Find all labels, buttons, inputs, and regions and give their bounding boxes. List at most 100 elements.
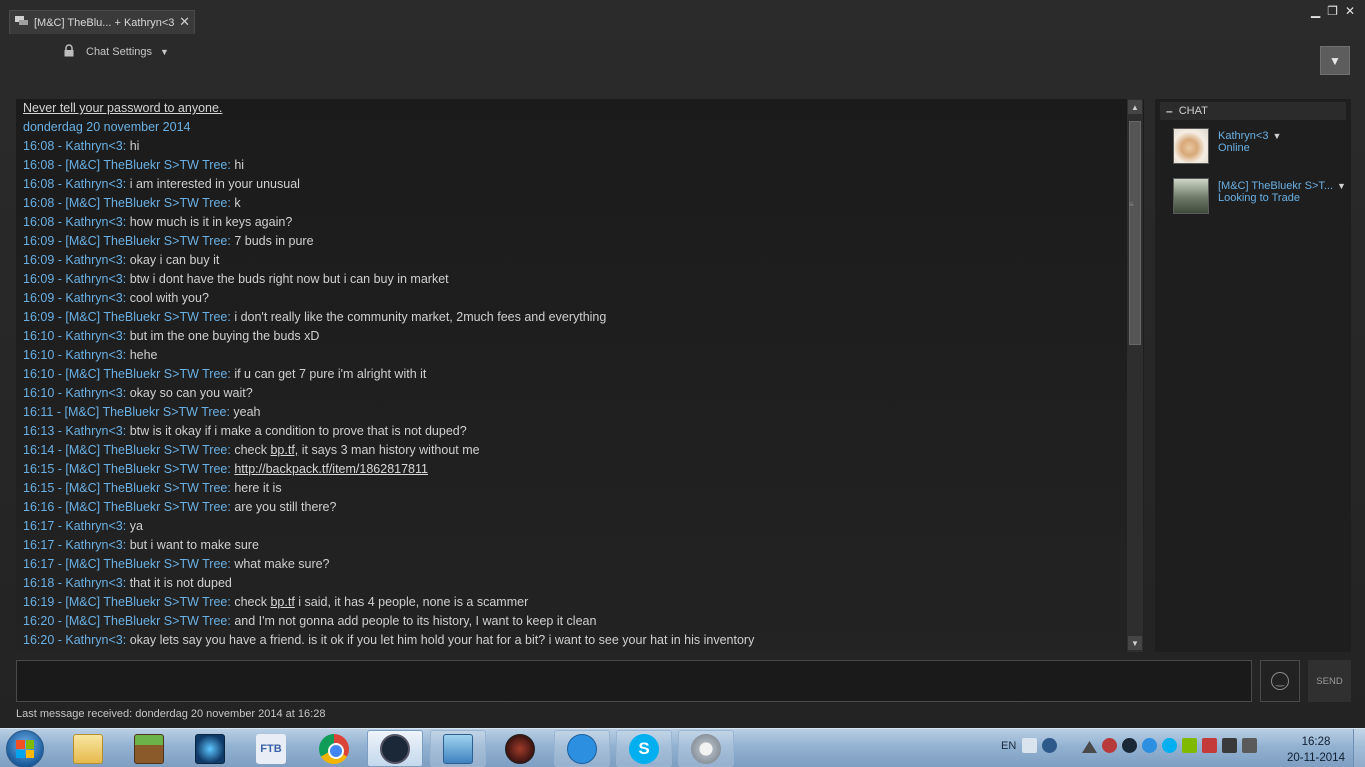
message-link[interactable]: bp.tf, (270, 443, 298, 457)
taskbar-chrome[interactable] (306, 730, 362, 767)
chat-message: 16:09 - Kathryn<3: btw i dont have the b… (23, 270, 1123, 289)
taskbar-launcher[interactable] (182, 730, 238, 767)
message-sender: [M&C] TheBluekr S>TW Tree (65, 614, 228, 628)
chat-message: 16:09 - [M&C] TheBluekr S>TW Tree: i don… (23, 308, 1123, 327)
message-meta: 16:09 - [M&C] TheBluekr S>TW Tree: (23, 310, 235, 324)
message-text: are you still there? (234, 500, 337, 514)
close-tab-icon[interactable]: ✕ (179, 14, 190, 30)
message-time: 16:09 (23, 310, 55, 324)
friends-panel: – CHAT Kathryn<3 ▼ Online [M&C] TheBluekr… (1155, 99, 1351, 652)
tab-title: [M&C] TheBlu... + Kathryn<3 (34, 16, 175, 29)
emoticon-button[interactable]: ‿ (1260, 660, 1300, 702)
message-sender: Kathryn<3 (65, 253, 123, 267)
taskbar-skype[interactable]: S (616, 730, 672, 767)
message-text: hi (129, 139, 140, 153)
help-icon[interactable] (1042, 738, 1057, 753)
message-sender: [M&C] TheBluekr S>TW Tree (65, 462, 228, 476)
chat-message: 16:08 - Kathryn<3: how much is it in key… (23, 213, 1123, 232)
scroll-thumb[interactable] (1129, 121, 1141, 345)
maximize-icon[interactable]: ❐ (1327, 4, 1338, 18)
last-message-info: Last message received: donderdag 20 nove… (16, 708, 326, 720)
scroll-down-icon[interactable]: ▼ (1128, 636, 1142, 650)
message-text: 7 buds in pure (234, 234, 314, 248)
message-text: and I'm not gonna add people to its hist… (234, 614, 597, 628)
message-sender: Kathryn<3 (65, 215, 123, 229)
clock-date: 20-11-2014 (1287, 752, 1345, 764)
friend-item[interactable]: Kathryn<3 ▼ Online (1173, 128, 1353, 166)
battery-icon[interactable] (1242, 738, 1257, 753)
chat-tab[interactable]: [M&C] TheBlu... + Kathryn<3 ✕ (9, 10, 195, 34)
message-time: 16:08 (23, 196, 55, 210)
message-meta: 16:09 - Kathryn<3: (23, 291, 130, 305)
chat-scrollbar[interactable]: ▲ ≡ ▼ (1127, 99, 1143, 652)
message-sender: [M&C] TheBluekr S>TW Tree (65, 443, 228, 457)
chat-message: 16:20 - [M&C] TheBluekr S>TW Tree: and I… (23, 612, 1123, 631)
chat-message: 16:10 - [M&C] TheBluekr S>TW Tree: if u … (23, 365, 1123, 384)
message-link[interactable]: http://backpack.tf/item/1862817811 (234, 462, 428, 476)
network-error-icon[interactable] (1202, 738, 1217, 753)
chrome-icon (319, 733, 349, 764)
message-time: 16:08 (23, 177, 55, 191)
taskbar-explorer[interactable] (60, 730, 116, 767)
taskbar-minecraft[interactable] (121, 730, 177, 767)
friends-header[interactable]: – CHAT (1160, 102, 1346, 120)
windows-logo-icon (16, 740, 34, 758)
language-indicator[interactable]: EN (1001, 740, 1016, 752)
message-link[interactable]: bp.tf (270, 595, 294, 609)
taskbar-ftb[interactable]: FTB (243, 730, 299, 767)
app-tray-icon[interactable] (1182, 738, 1197, 753)
message-time: 16:10 (23, 329, 55, 343)
message-sender: Kathryn<3 (65, 291, 123, 305)
collapse-minus-icon: – (1166, 104, 1173, 118)
message-text: how much is it in keys again? (129, 215, 293, 229)
message-sender: Kathryn<3 (65, 348, 123, 362)
message-time: 16:16 (23, 500, 55, 514)
taskbar-share[interactable] (554, 730, 610, 767)
message-sender: [M&C] TheBluekr S>TW Tree (65, 158, 228, 172)
message-sender: [M&C] TheBluekr S>TW Tree (64, 405, 227, 419)
chat-message: 16:09 - [M&C] TheBluekr S>TW Tree: 7 bud… (23, 232, 1123, 251)
show-desktop-button[interactable] (1353, 729, 1365, 767)
keyboard-icon[interactable] (1022, 738, 1037, 753)
friend-item[interactable]: [M&C] TheBluekr S>T... ▼ Looking to Trade (1173, 178, 1353, 216)
action-center-icon[interactable] (1222, 738, 1237, 753)
chevron-down-icon[interactable]: ▼ (1337, 181, 1346, 191)
message-sender: [M&C] TheBluekr S>TW Tree (65, 595, 228, 609)
volume-muted-icon[interactable] (1102, 738, 1117, 753)
chevron-down-icon[interactable]: ▼ (1272, 131, 1281, 141)
taskbar-dota[interactable] (492, 730, 548, 767)
minimize-icon[interactable]: ▁ (1311, 4, 1320, 18)
message-text: k (234, 196, 241, 210)
lock-icon (64, 44, 74, 60)
steam-tray-icon[interactable] (1122, 738, 1137, 753)
chat-message: 16:18 - Kathryn<3: that it is not duped (23, 574, 1123, 593)
start-button[interactable] (6, 730, 44, 767)
skype-tray-icon[interactable] (1162, 738, 1177, 753)
taskbar-steam[interactable] (367, 730, 423, 767)
chat-message: 16:10 - Kathryn<3: okay so can you wait? (23, 384, 1123, 403)
system-clock[interactable]: 16:28 20-11-2014 (1287, 734, 1345, 766)
message-sender: [M&C] TheBluekr S>TW Tree (65, 234, 228, 248)
friend-name: [M&C] TheBluekr S>T... (1218, 180, 1334, 192)
message-time: 16:09 (23, 234, 55, 248)
share-tray-icon[interactable] (1142, 738, 1157, 753)
taskbar-settings[interactable] (678, 730, 734, 767)
chat-settings[interactable]: Chat Settings ▼ (64, 44, 169, 60)
message-meta: 16:17 - Kathryn<3: (23, 538, 130, 552)
show-hidden-icons-icon[interactable] (1082, 741, 1097, 753)
taskbar-vm[interactable] (430, 730, 486, 767)
message-text: yeah (233, 405, 261, 419)
scroll-up-icon[interactable]: ▲ (1128, 100, 1142, 114)
message-time: 16:20 (23, 614, 55, 628)
message-time: 16:17 (23, 519, 55, 533)
message-meta: 16:15 - [M&C] TheBluekr S>TW Tree: (23, 462, 235, 476)
message-text: hehe (129, 348, 158, 362)
message-meta: 16:11 - [M&C] TheBluekr S>TW Tree: (23, 405, 234, 419)
message-meta: 16:18 - Kathryn<3: (23, 576, 130, 590)
message-sender: [M&C] TheBluekr S>TW Tree (65, 481, 228, 495)
message-input[interactable] (16, 660, 1252, 702)
minecraft-icon (134, 733, 164, 764)
close-window-icon[interactable]: ✕ (1345, 4, 1355, 18)
collapse-friends-button[interactable]: ▼ (1320, 46, 1350, 75)
send-button[interactable]: SEND (1308, 660, 1351, 702)
